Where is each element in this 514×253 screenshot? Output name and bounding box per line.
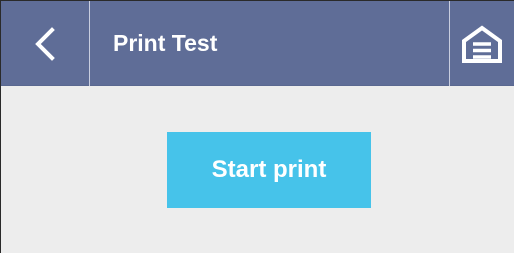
back-button[interactable] bbox=[1, 1, 89, 86]
app-window: Print Test Start print bbox=[0, 0, 514, 253]
chevron-left-icon bbox=[35, 26, 55, 61]
main-content: Start print bbox=[1, 86, 514, 253]
header-divider-left bbox=[89, 1, 90, 86]
page-title: Print Test bbox=[113, 30, 218, 56]
start-print-button[interactable]: Start print bbox=[167, 132, 371, 208]
top-bar: Print Test bbox=[1, 0, 514, 86]
home-icon bbox=[462, 25, 502, 63]
home-button[interactable] bbox=[450, 1, 514, 86]
